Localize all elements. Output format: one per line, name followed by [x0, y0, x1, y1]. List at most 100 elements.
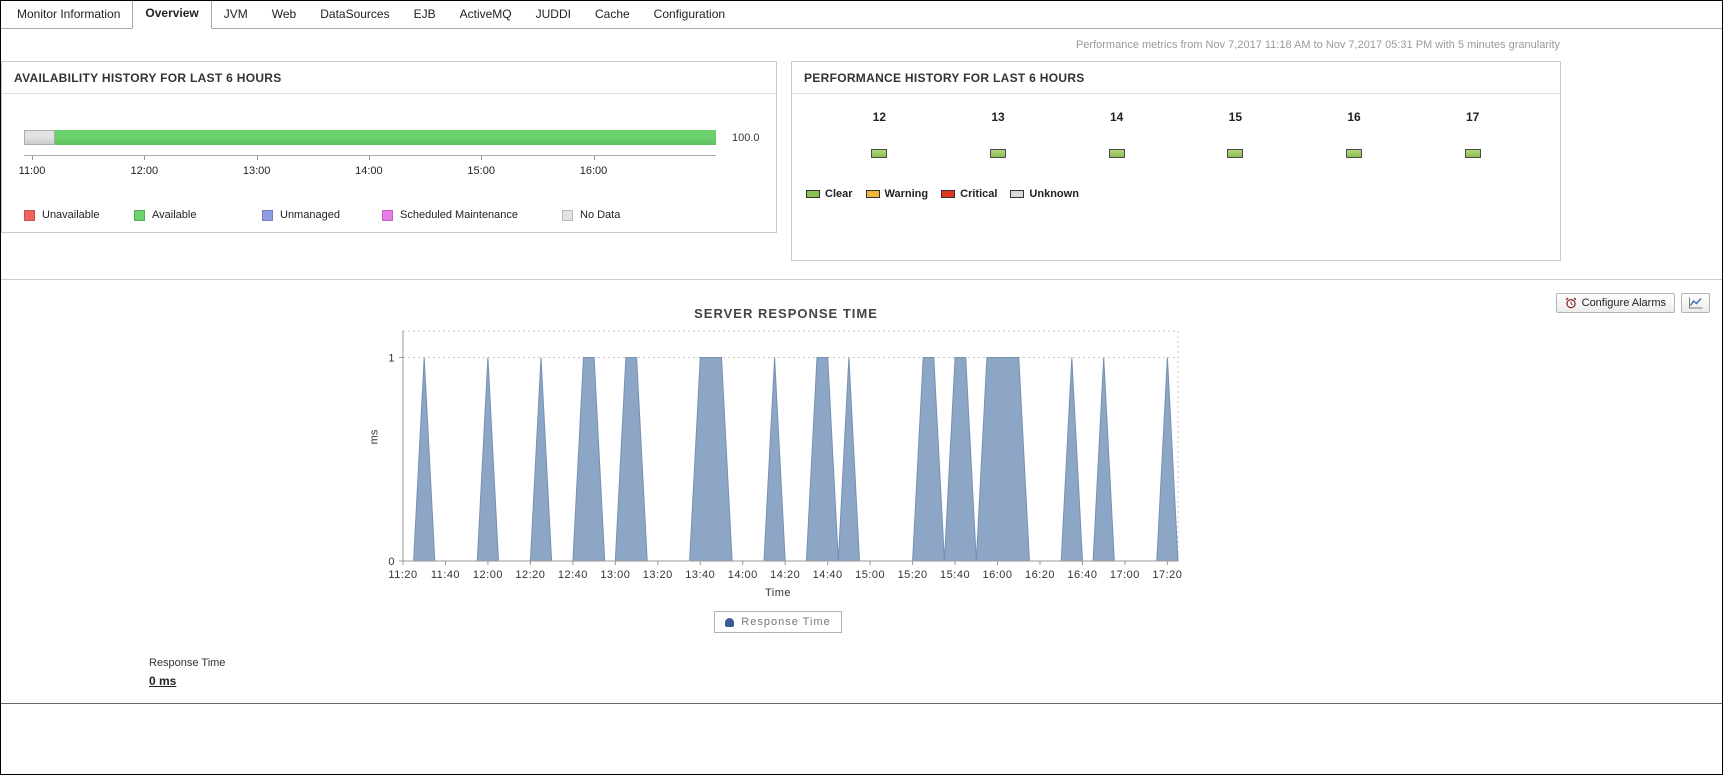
response-time-stat: Response Time 0 ms	[149, 657, 1722, 688]
performance-hour-17: 17	[1413, 110, 1532, 158]
y-axis-tick-label: 1	[388, 352, 395, 364]
performance-status-box-clear[interactable]	[1465, 149, 1481, 158]
configure-alarms-button[interactable]: Configure Alarms	[1556, 293, 1675, 313]
summary-panels: AVAILABILITY HISTORY FOR LAST 6 HOURS 10…	[1, 61, 1722, 267]
performance-hour-label: 12	[873, 110, 886, 124]
x-axis-tick-label: 17:20	[1152, 569, 1182, 581]
performance-history-panel: PERFORMANCE HISTORY FOR LAST 6 HOURS 121…	[791, 61, 1561, 261]
response-time-series-icon	[725, 618, 734, 627]
availability-axis-tick	[32, 156, 33, 160]
performance-status-box-clear[interactable]	[1227, 149, 1243, 158]
performance-status-box-clear[interactable]	[871, 149, 887, 158]
response-time-stat-label: Response Time	[149, 657, 1722, 669]
performance-panel-title: PERFORMANCE HISTORY FOR LAST 6 HOURS	[792, 62, 1560, 94]
performance-hours-row: 12 13 14 15 16 17	[820, 110, 1532, 158]
x-axis-tick-label: 12:20	[515, 569, 545, 581]
availability-axis-tick	[144, 156, 145, 160]
metrics-period-note: Performance metrics from Nov 7,2017 11:1…	[1, 29, 1722, 53]
performance-hour-14: 14	[1057, 110, 1176, 158]
performance-status-box-clear[interactable]	[1346, 149, 1362, 158]
response-time-chart-wrap: ms 0111:2011:4012:0012:2012:4013:0013:20…	[373, 323, 1183, 633]
tab-cache[interactable]: Cache	[583, 0, 642, 28]
chart-title: SERVER RESPONSE TIME	[1, 306, 1571, 321]
tab-datasources[interactable]: DataSources	[308, 0, 401, 28]
y-axis-unit-label: ms	[368, 430, 380, 445]
tab-configuration[interactable]: Configuration	[642, 0, 737, 28]
performance-hour-label: 15	[1229, 110, 1242, 124]
availability-axis-label: 11:00	[19, 165, 46, 177]
unavailable-swatch-icon	[24, 210, 35, 221]
tab-overview[interactable]: Overview	[132, 0, 211, 29]
availability-percentage: 100.0	[732, 132, 760, 144]
performance-legend-clear: Clear	[806, 188, 853, 200]
unknown-swatch-icon	[1010, 190, 1024, 198]
performance-hour-16: 16	[1295, 110, 1414, 158]
x-axis-tick-label: 12:00	[473, 569, 503, 581]
warning-swatch-icon	[866, 190, 880, 198]
response-time-area-series	[403, 358, 1178, 562]
tab-monitor-information[interactable]: Monitor Information	[5, 0, 132, 28]
availability-legend-unavailable: Unavailable	[24, 209, 99, 221]
performance-hour-15: 15	[1176, 110, 1295, 158]
x-axis-tick-label: 12:40	[558, 569, 588, 581]
tab-ejb[interactable]: EJB	[402, 0, 448, 28]
no-data-swatch-icon	[562, 210, 573, 221]
x-axis-tick-label: 14:00	[728, 569, 758, 581]
x-axis-tick-label: 13:40	[685, 569, 715, 581]
performance-hour-label: 17	[1466, 110, 1479, 124]
unmanaged-swatch-icon	[262, 210, 273, 221]
availability-axis-tick	[481, 156, 482, 160]
availability-axis-label: 15:00	[467, 165, 495, 177]
availability-bar	[24, 130, 716, 145]
response-time-chart: 0 1 11:20 11:40 12:00 12:20 12:40 13:00 13:20 13:…	[373, 323, 1183, 585]
performance-status-box-clear[interactable]	[1109, 149, 1125, 158]
availability-axis-tick	[594, 156, 595, 160]
clear-swatch-icon	[806, 190, 820, 198]
tab-bar: Monitor InformationOverviewJVMWebDataSou…	[1, 1, 1722, 29]
y-axis-tick-label: 0	[388, 556, 395, 568]
performance-legend-critical: Critical	[941, 188, 997, 200]
availability-axis-label: 13:00	[243, 165, 271, 177]
availability-legend-no-data: No Data	[562, 209, 620, 221]
availability-axis-label: 12:00	[131, 165, 159, 177]
availability-segment-no-data	[24, 130, 55, 145]
tab-web[interactable]: Web	[260, 0, 308, 28]
availability-legend-available: Available	[134, 209, 196, 221]
chart-legend-row: Response Time	[373, 611, 1183, 633]
x-axis-tick-label: 13:20	[643, 569, 673, 581]
performance-hour-label: 16	[1347, 110, 1360, 124]
availability-legend-scheduled-maintenance: Scheduled Maintenance	[382, 209, 518, 221]
x-axis-tick-label: 16:00	[983, 569, 1013, 581]
availability-axis-tick	[257, 156, 258, 160]
availability-history-panel: AVAILABILITY HISTORY FOR LAST 6 HOURS 10…	[1, 61, 777, 233]
tab-juddi[interactable]: JUDDI	[524, 0, 583, 28]
availability-segment-available	[55, 130, 716, 145]
line-chart-icon	[1688, 297, 1703, 309]
x-axis-tick-label: 14:20	[770, 569, 800, 581]
response-time-legend[interactable]: Response Time	[714, 611, 841, 633]
tab-jvm[interactable]: JVM	[212, 0, 260, 28]
x-axis-tick-label: 11:20	[388, 569, 417, 581]
performance-hour-13: 13	[939, 110, 1058, 158]
tab-activemq[interactable]: ActiveMQ	[448, 0, 524, 28]
availability-legend: UnavailableAvailableUnmanagedScheduled M…	[24, 209, 776, 225]
availability-time-axis: 11:0012:0013:0014:0015:0016:00	[24, 155, 716, 187]
performance-status-box-clear[interactable]	[990, 149, 1006, 158]
x-axis-tick-label: 16:20	[1025, 569, 1055, 581]
x-axis-tick-label: 15:40	[940, 569, 970, 581]
availability-panel-title: AVAILABILITY HISTORY FOR LAST 6 HOURS	[2, 62, 776, 94]
x-axis-tick-label: 11:40	[431, 569, 460, 581]
performance-legend: ClearWarningCriticalUnknown	[806, 188, 1560, 200]
x-axis-tick-label: 14:40	[813, 569, 843, 581]
x-axis-tick-label: 13:00	[600, 569, 630, 581]
alarm-clock-icon	[1565, 297, 1577, 309]
response-time-stat-value[interactable]: 0 ms	[149, 674, 176, 688]
configure-alarms-label: Configure Alarms	[1582, 297, 1666, 309]
availability-axis-label: 16:00	[580, 165, 608, 177]
performance-hour-12: 12	[820, 110, 939, 158]
chart-options-button[interactable]	[1681, 293, 1710, 313]
availability-axis-tick	[369, 156, 370, 160]
app-window: Monitor InformationOverviewJVMWebDataSou…	[0, 0, 1723, 775]
performance-legend-unknown: Unknown	[1010, 188, 1079, 200]
performance-hour-label: 14	[1110, 110, 1123, 124]
